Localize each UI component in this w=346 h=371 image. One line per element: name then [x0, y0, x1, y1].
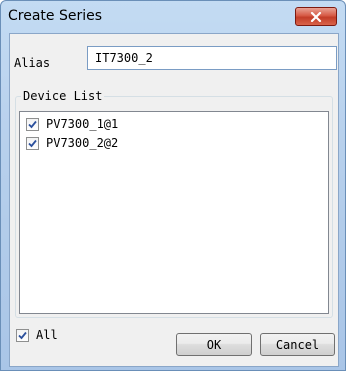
all-label: All: [36, 328, 58, 342]
check-mark-icon: [18, 331, 27, 339]
cancel-button[interactable]: Cancel: [260, 333, 335, 356]
all-checkbox[interactable]: [16, 328, 29, 342]
close-icon: [310, 11, 322, 22]
device-list-label: Device List: [21, 89, 105, 103]
dialog-window: Create Series Alias IT7300_2 Device List…: [0, 0, 346, 371]
device-list[interactable]: PV7300_1@1 PV7300_2@2: [19, 111, 329, 314]
ok-button[interactable]: OK: [176, 333, 252, 356]
device-label: PV7300_2@2: [46, 136, 119, 150]
alias-label: Alias: [14, 56, 51, 70]
all-toggle[interactable]: All: [16, 327, 58, 343]
list-item[interactable]: PV7300_1@1: [26, 116, 118, 132]
title-bar[interactable]: Create Series: [1, 1, 345, 33]
device-list-group: Device List PV7300_1@1 PV7300_2@2: [15, 89, 333, 318]
dialog-body: Alias IT7300_2 Device List PV7300_1@1 PV…: [9, 33, 339, 367]
dialog-title: Create Series: [8, 8, 103, 24]
alias-input[interactable]: IT7300_2: [87, 46, 337, 70]
check-mark-icon: [28, 139, 37, 147]
device-checkbox[interactable]: [26, 136, 39, 150]
list-item[interactable]: PV7300_2@2: [26, 135, 118, 151]
close-button[interactable]: [295, 7, 337, 26]
device-label: PV7300_1@1: [46, 117, 119, 131]
device-checkbox[interactable]: [26, 117, 39, 131]
check-mark-icon: [28, 120, 37, 128]
